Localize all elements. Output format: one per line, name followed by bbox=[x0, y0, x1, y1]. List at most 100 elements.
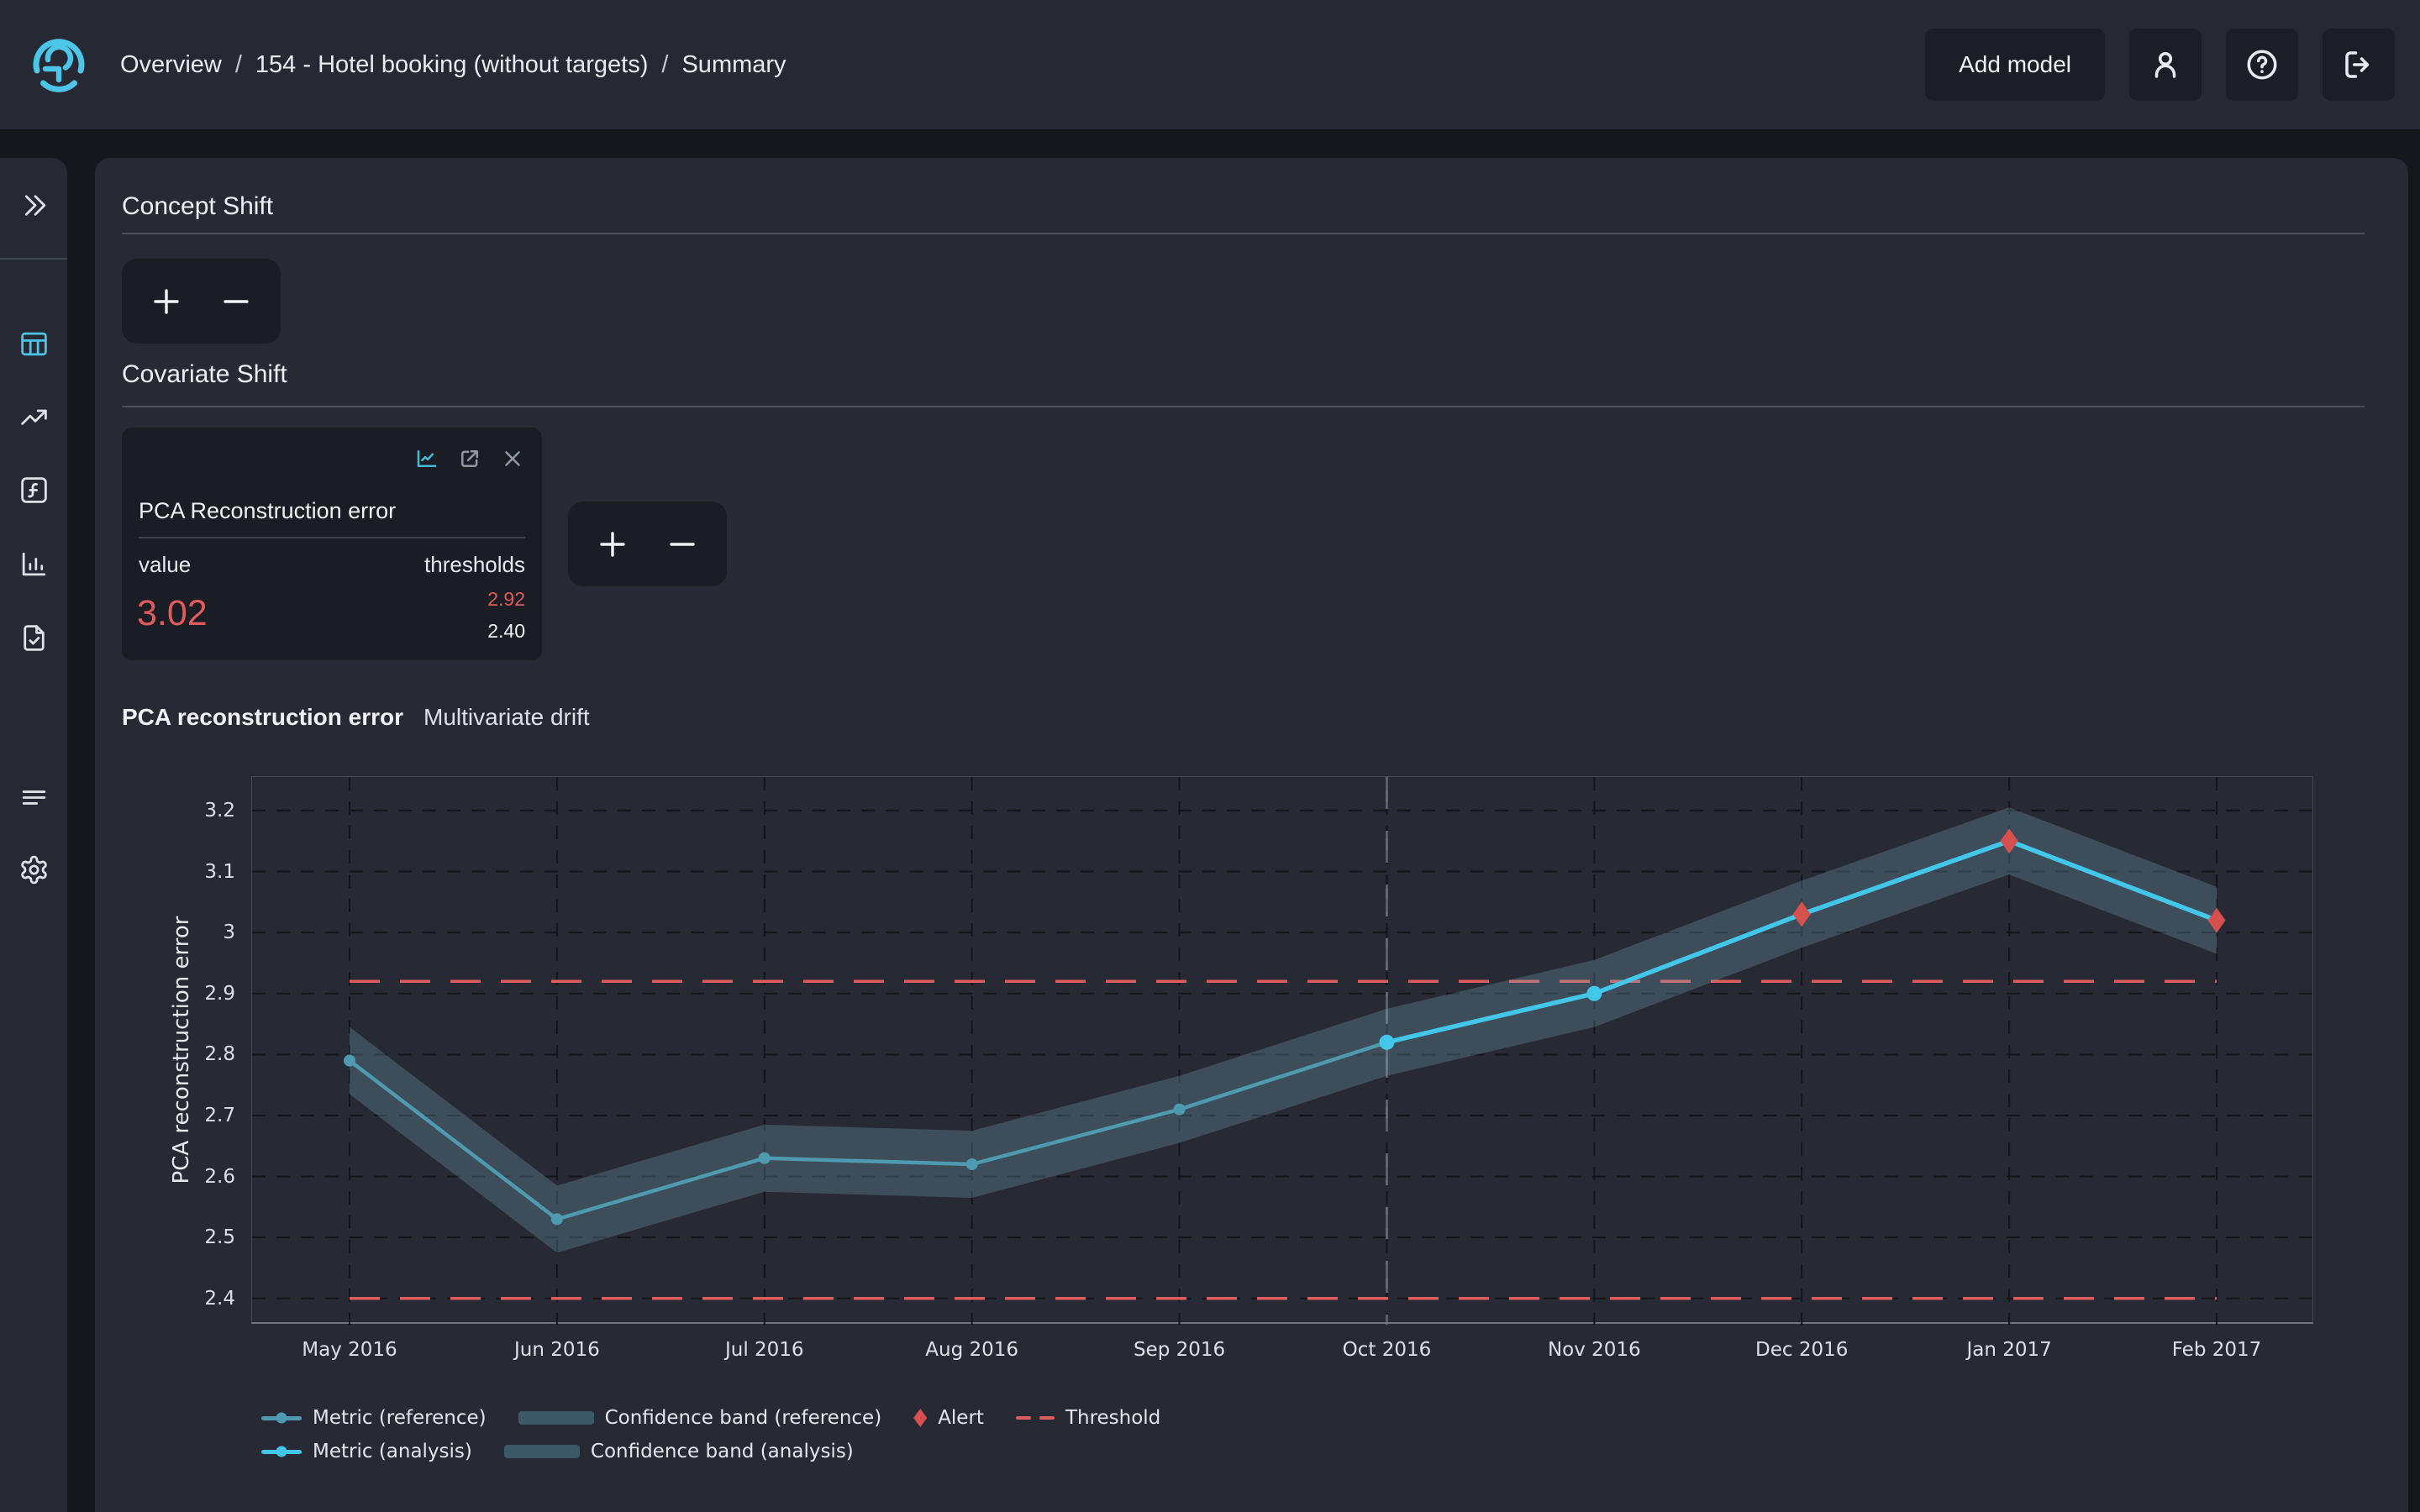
metric-point[interactable] bbox=[966, 1158, 978, 1170]
x-tick-label: May 2016 bbox=[274, 1337, 425, 1362]
legend-label: Metric (reference) bbox=[313, 1407, 487, 1429]
app-header: Overview / 154 - Hotel booking (without … bbox=[0, 0, 2420, 129]
x-tick-label: Feb 2017 bbox=[2141, 1337, 2292, 1362]
breadcrumb-item-overview[interactable]: Overview bbox=[120, 51, 222, 79]
metric-point[interactable] bbox=[1174, 1104, 1186, 1116]
zoom-out-button[interactable] bbox=[655, 517, 709, 571]
chart-canvas bbox=[252, 777, 2314, 1325]
sidebar-item-summary-table[interactable] bbox=[11, 321, 56, 366]
y-tick-label: 3 bbox=[148, 920, 235, 945]
section-divider bbox=[122, 406, 2365, 407]
section-title-covariate-shift: Covariate Shift bbox=[122, 360, 287, 390]
log-out-icon bbox=[2341, 47, 2376, 82]
metric-value: 3.02 bbox=[137, 593, 208, 634]
zoom-in-button[interactable] bbox=[586, 517, 639, 571]
sidebar-item-settings[interactable] bbox=[11, 847, 56, 892]
table-icon bbox=[18, 328, 50, 360]
minus-icon bbox=[219, 285, 253, 318]
metric-card-divider bbox=[139, 537, 525, 538]
metric-point[interactable] bbox=[1379, 1035, 1394, 1050]
legend-item[interactable]: Confidence band (reference) bbox=[518, 1407, 882, 1429]
logout-button[interactable] bbox=[2323, 29, 2395, 101]
x-tick-label: Dec 2016 bbox=[1726, 1337, 1877, 1362]
breadcrumb-item-summary: Summary bbox=[681, 51, 786, 79]
drift-chart: PCA reconstruction error 3.23.132.92.82.… bbox=[95, 776, 2408, 1512]
function-square-icon bbox=[18, 475, 50, 506]
metric-point[interactable] bbox=[759, 1152, 771, 1164]
app-logo[interactable] bbox=[25, 31, 92, 98]
bar-chart-icon bbox=[18, 549, 50, 580]
section-title-concept-shift: Concept Shift bbox=[122, 192, 273, 222]
y-tick-label: 2.7 bbox=[148, 1103, 235, 1128]
legend-swatch-alert-icon bbox=[913, 1409, 927, 1427]
close-icon[interactable] bbox=[500, 446, 525, 471]
legend-row: Metric (analysis) Confidence band (analys… bbox=[261, 1438, 1160, 1465]
app-root: Overview / 154 - Hotel booking (without … bbox=[0, 0, 2420, 1512]
threshold-upper-value: 2.92 bbox=[487, 587, 525, 611]
metric-point[interactable] bbox=[344, 1055, 355, 1067]
legend-label: Threshold bbox=[1065, 1407, 1160, 1429]
legend-swatch-band-icon bbox=[504, 1445, 580, 1458]
sidebar-item-logs[interactable] bbox=[11, 774, 56, 820]
legend-label: Metric (analysis) bbox=[313, 1441, 472, 1462]
trending-up-icon bbox=[18, 402, 50, 433]
legend-item[interactable]: Confidence band (analysis) bbox=[504, 1441, 854, 1462]
zoom-out-button[interactable] bbox=[209, 275, 263, 328]
legend-item[interactable]: Metric (analysis) bbox=[261, 1441, 472, 1462]
x-tick-label: Nov 2016 bbox=[1518, 1337, 1670, 1362]
legend-swatch-threshold-icon bbox=[1016, 1416, 1055, 1420]
metric-card-title: PCA Reconstruction error bbox=[139, 498, 396, 524]
y-tick-label: 3.1 bbox=[148, 859, 235, 885]
legend-item[interactable]: Metric (reference) bbox=[261, 1407, 487, 1429]
metric-point[interactable] bbox=[551, 1213, 563, 1225]
help-circle-icon bbox=[2244, 47, 2280, 82]
metric-card-actions bbox=[414, 446, 525, 471]
sidebar-item-trends[interactable] bbox=[11, 395, 56, 440]
zoom-in-button[interactable] bbox=[139, 275, 193, 328]
x-tick-label: Jan 2017 bbox=[1933, 1337, 2085, 1362]
legend-swatch-line-analysis-icon bbox=[261, 1450, 302, 1454]
sidebar bbox=[0, 158, 67, 1512]
legend-swatch-band-icon bbox=[518, 1411, 594, 1425]
thresholds-label: thresholds bbox=[424, 552, 525, 578]
y-tick-label: 2.9 bbox=[148, 981, 235, 1006]
plus-icon bbox=[150, 285, 183, 318]
external-link-icon[interactable] bbox=[457, 446, 482, 471]
user-button[interactable] bbox=[2129, 29, 2202, 101]
y-tick-label: 2.5 bbox=[148, 1225, 235, 1250]
x-tick-label: Sep 2016 bbox=[1104, 1337, 1255, 1362]
sidebar-item-metrics[interactable] bbox=[11, 541, 56, 586]
y-tick-label: 2.6 bbox=[148, 1164, 235, 1189]
sidebar-item-reports[interactable] bbox=[11, 615, 56, 660]
x-tick-label: Oct 2016 bbox=[1311, 1337, 1462, 1362]
minus-icon bbox=[666, 528, 699, 561]
covariate-shift-controls bbox=[568, 501, 727, 586]
sidebar-expand-button[interactable] bbox=[11, 182, 56, 228]
plot-area[interactable]: 3.23.132.92.82.72.62.52.4May 2016Jun 201… bbox=[251, 776, 2313, 1324]
chart-title: PCA reconstruction error bbox=[122, 702, 403, 732]
value-label: value bbox=[139, 552, 191, 578]
main-panel: Concept Shift Covariate Shift bbox=[95, 158, 2408, 1512]
legend-item[interactable]: Threshold bbox=[1016, 1407, 1160, 1429]
metric-point[interactable] bbox=[1586, 986, 1602, 1001]
add-model-button[interactable]: Add model bbox=[1925, 29, 2105, 101]
chevrons-right-icon bbox=[18, 190, 50, 221]
chart-view-icon[interactable] bbox=[414, 446, 439, 471]
legend-item[interactable]: Alert bbox=[913, 1407, 984, 1429]
header-actions: Add model bbox=[1925, 29, 2395, 101]
user-icon bbox=[2148, 47, 2183, 82]
breadcrumb-separator: / bbox=[235, 51, 242, 79]
sidebar-divider bbox=[0, 258, 67, 260]
metric-summary-card: PCA Reconstruction error value threshold… bbox=[122, 428, 542, 660]
y-tick-label: 3.2 bbox=[148, 798, 235, 823]
chart-legend: Metric (reference) Confidence band (refer… bbox=[261, 1404, 1160, 1465]
y-tick-label: 2.8 bbox=[148, 1042, 235, 1067]
x-tick-label: Jun 2016 bbox=[481, 1337, 633, 1362]
breadcrumb-separator: / bbox=[661, 51, 668, 79]
sidebar-item-functions[interactable] bbox=[11, 467, 56, 512]
gear-icon bbox=[18, 854, 50, 885]
x-tick-label: Aug 2016 bbox=[897, 1337, 1048, 1362]
breadcrumb-item-model[interactable]: 154 - Hotel booking (without targets) bbox=[255, 51, 648, 79]
help-button[interactable] bbox=[2226, 29, 2298, 101]
chart-header: PCA reconstruction error Multivariate dr… bbox=[122, 702, 590, 732]
